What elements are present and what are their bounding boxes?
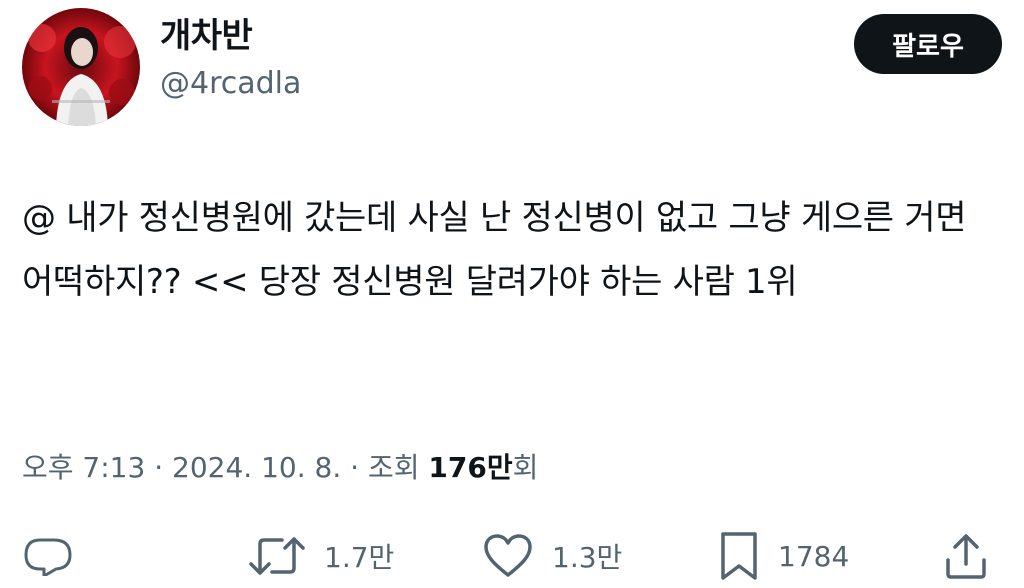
share-button[interactable] <box>944 526 988 586</box>
views-label: 조회 <box>367 451 420 484</box>
tweet-time[interactable]: 오후 7:13 <box>22 451 145 484</box>
meta-separator: · <box>154 451 164 484</box>
retweet-icon <box>249 537 305 575</box>
avatar[interactable] <box>22 8 140 126</box>
tweet-text: @ 내가 정신병원에 갔는데 사실 난 정신병이 없고 그냥 게으른 거면 어떡… <box>22 198 967 302</box>
bookmark-icon <box>721 532 757 580</box>
share-icon <box>946 534 986 579</box>
reply-button[interactable] <box>22 526 74 586</box>
display-name[interactable]: 개차반 <box>160 14 301 58</box>
retweet-count: 1.7만 <box>324 541 395 574</box>
tweet-date[interactable]: 2024. 10. 8. <box>172 451 341 484</box>
views-count: 176만 <box>428 451 513 484</box>
bookmark-button[interactable]: 1784 <box>718 526 849 586</box>
avatar-image <box>22 8 140 126</box>
heart-icon <box>484 534 532 577</box>
like-count: 1.3만 <box>552 541 623 574</box>
user-handle[interactable]: @4rcadla <box>160 62 301 106</box>
views-suffix: 회 <box>512 451 539 484</box>
meta-separator: · <box>350 451 360 484</box>
action-bar: 1.7만 1.3만 1784 <box>22 526 990 586</box>
bookmark-count: 1784 <box>778 539 850 573</box>
retweet-button[interactable]: 1.7만 <box>248 526 394 586</box>
like-button[interactable]: 1.3만 <box>482 526 622 586</box>
tweet-meta: 오후 7:13 · 2024. 10. 8. · 조회 176만회 <box>22 446 538 490</box>
follow-button[interactable]: 팔로우 <box>854 14 1002 74</box>
reply-icon <box>24 538 72 576</box>
user-names: 개차반 @4rcadla <box>160 14 301 106</box>
tweet-header: 개차반 @4rcadla 팔로우 <box>22 8 1002 128</box>
